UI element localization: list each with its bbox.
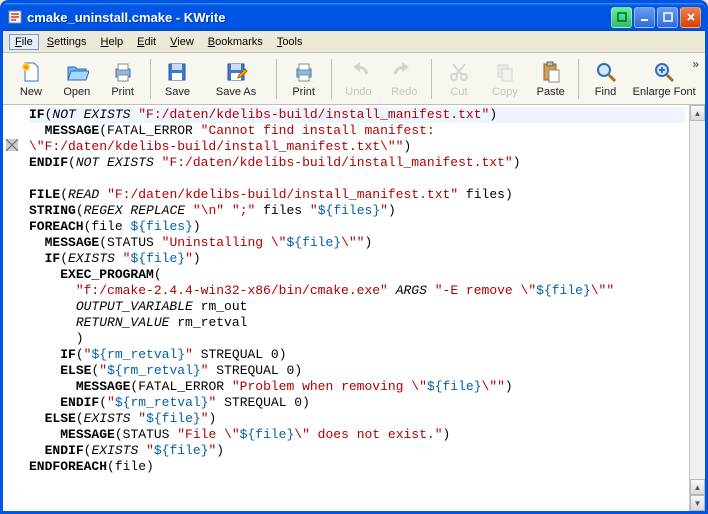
app-icon xyxy=(7,9,23,25)
menu-edit[interactable]: Edit xyxy=(131,34,162,50)
scroll-track[interactable] xyxy=(690,121,705,479)
toolbar-separator xyxy=(578,59,579,99)
redo-button: Redo xyxy=(382,55,426,103)
print-icon xyxy=(111,60,135,84)
paste-icon xyxy=(539,60,563,84)
find-icon xyxy=(594,60,618,84)
save-as-icon xyxy=(224,60,248,84)
marker-icon xyxy=(5,138,19,152)
new-button[interactable]: New xyxy=(9,55,53,103)
gutter[interactable] xyxy=(3,105,25,511)
scroll-down-button[interactable]: ▼ xyxy=(690,495,705,511)
zoom-in-icon xyxy=(652,60,676,84)
minimize-icon xyxy=(639,11,651,23)
copy-button: Copy xyxy=(483,55,527,103)
enlarge-font-button[interactable]: Enlarge Font xyxy=(629,55,698,103)
print-icon xyxy=(292,60,316,84)
vertical-scrollbar[interactable]: ▲ ▲ ▼ xyxy=(689,105,705,511)
titlebar[interactable]: cmake_uninstall.cmake - KWrite xyxy=(3,3,705,31)
app-glyph-icon xyxy=(616,11,628,23)
window-controls xyxy=(611,7,701,28)
minimize-button[interactable] xyxy=(634,7,655,28)
toolbar-separator xyxy=(331,59,332,99)
app-window: cmake_uninstall.cmake - KWrite File Sett… xyxy=(0,0,708,514)
print-button-2[interactable]: Print xyxy=(282,55,326,103)
close-icon xyxy=(685,11,697,23)
menu-tools[interactable]: Tools xyxy=(271,34,309,50)
cut-icon xyxy=(447,60,471,84)
menu-bookmarks[interactable]: Bookmarks xyxy=(202,34,269,50)
undo-icon xyxy=(346,60,370,84)
open-button[interactable]: Open xyxy=(55,55,99,103)
find-button[interactable]: Find xyxy=(584,55,628,103)
copy-icon xyxy=(493,60,517,84)
menu-settings[interactable]: Settings xyxy=(41,34,93,50)
app-button[interactable] xyxy=(611,7,632,28)
undo-button: Undo xyxy=(336,55,380,103)
paste-button[interactable]: Paste xyxy=(529,55,573,103)
menu-help[interactable]: Help xyxy=(95,34,130,50)
scroll-up-button[interactable]: ▲ xyxy=(690,105,705,121)
cut-button: Cut xyxy=(437,55,481,103)
toolbar-separator xyxy=(276,59,277,99)
open-folder-icon xyxy=(65,60,89,84)
save-icon xyxy=(165,60,189,84)
toolbar: New Open Print Save Save As Print Undo R… xyxy=(3,53,705,105)
menubar: File Settings Help Edit View Bookmarks T… xyxy=(3,31,705,53)
print-button[interactable]: Print xyxy=(101,55,145,103)
editor-area: IF(NOT EXISTS "F:/daten/kdelibs-build/in… xyxy=(3,105,705,511)
save-button[interactable]: Save xyxy=(155,55,199,103)
code-editor[interactable]: IF(NOT EXISTS "F:/daten/kdelibs-build/in… xyxy=(25,105,689,511)
maximize-icon xyxy=(662,11,674,23)
scroll-up-button-2[interactable]: ▲ xyxy=(690,479,705,495)
window-title: cmake_uninstall.cmake - KWrite xyxy=(27,10,611,25)
menu-file[interactable]: File xyxy=(9,34,39,50)
toolbar-separator xyxy=(431,59,432,99)
maximize-button[interactable] xyxy=(657,7,678,28)
save-as-button[interactable]: Save As xyxy=(201,55,270,103)
close-button[interactable] xyxy=(680,7,701,28)
menu-view[interactable]: View xyxy=(164,34,200,50)
new-file-icon xyxy=(19,60,43,84)
toolbar-separator xyxy=(150,59,151,99)
redo-icon xyxy=(392,60,416,84)
